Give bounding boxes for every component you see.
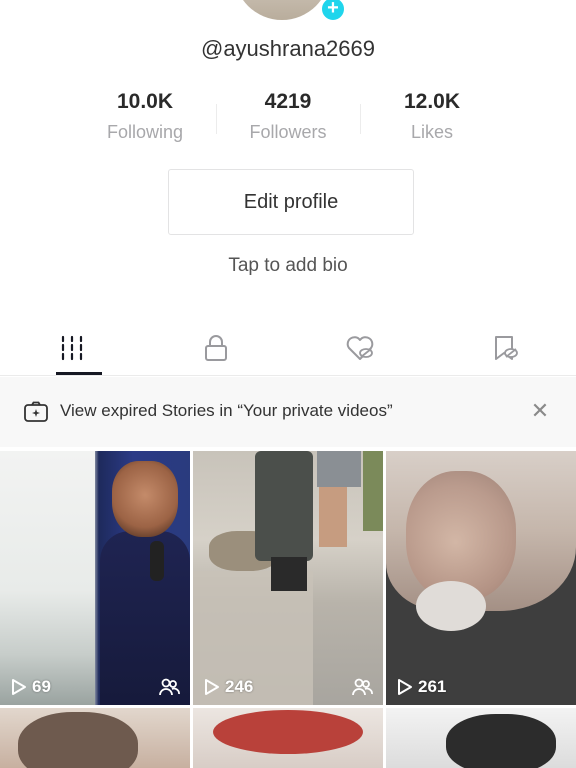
stat-divider — [360, 104, 361, 134]
tab-favorites[interactable] — [432, 320, 576, 376]
play-icon — [12, 679, 26, 695]
add-bio-link[interactable]: Tap to add bio — [0, 255, 576, 277]
following-count: 10.0K — [116, 90, 174, 113]
stat-divider — [216, 104, 217, 134]
stat-followers[interactable]: 4219 Followers — [218, 90, 358, 143]
followers-label: Followers — [249, 122, 327, 142]
avatar-area: + — [228, 0, 348, 22]
video-thumbnail[interactable]: 261 — [386, 451, 576, 705]
thumbnail-image — [446, 714, 556, 768]
view-count: 246 — [225, 677, 254, 696]
view-count: 261 — [418, 677, 447, 696]
tab-private[interactable] — [144, 320, 288, 376]
play-icon — [205, 679, 219, 695]
thumbnail-image — [150, 541, 164, 581]
stories-camera-icon — [24, 401, 48, 422]
thumbnail-image — [213, 710, 363, 754]
likes-label: Likes — [410, 122, 454, 142]
people-icon — [159, 678, 180, 696]
video-thumbnail[interactable] — [386, 708, 576, 768]
tab-liked[interactable] — [288, 320, 432, 376]
bookmark-hidden-icon — [495, 336, 518, 360]
thumbnail-image — [18, 712, 138, 768]
thumbnail-image — [317, 451, 361, 487]
video-grid: 69 246 261 — [0, 451, 576, 768]
thumbnail-image — [255, 451, 313, 561]
followers-count: 4219 — [264, 90, 312, 113]
thumbnail-image — [112, 461, 178, 537]
people-icon — [352, 678, 373, 696]
likes-count: 12.0K — [403, 90, 461, 113]
thumbnail-image — [0, 451, 95, 705]
grid-icon — [61, 335, 83, 361]
tab-videos[interactable] — [0, 320, 144, 376]
thumbnail-image — [319, 487, 347, 547]
active-tab-indicator — [56, 372, 102, 375]
avatar[interactable] — [234, 0, 330, 20]
edit-profile-button[interactable]: Edit profile — [168, 169, 414, 235]
video-thumbnail[interactable]: 69 — [0, 451, 190, 705]
stat-following[interactable]: 10.0K Following — [75, 90, 215, 143]
thumbnail-image — [363, 451, 383, 531]
view-count: 69 — [32, 677, 51, 696]
following-label: Following — [106, 122, 184, 142]
add-avatar-icon[interactable]: + — [320, 0, 346, 22]
profile-tabs — [0, 320, 576, 376]
lock-icon — [205, 335, 227, 361]
expired-stories-banner[interactable]: View expired Stories in “Your private vi… — [0, 377, 576, 447]
liked-hidden-icon — [346, 336, 374, 360]
close-icon[interactable]: ✕ — [528, 399, 552, 423]
thumbnail-image — [271, 557, 307, 591]
stat-likes[interactable]: 12.0K Likes — [362, 90, 502, 143]
profile-stats: 10.0K Following 4219 Followers 12.0K Lik… — [0, 90, 576, 154]
video-thumbnail[interactable] — [0, 708, 190, 768]
video-thumbnail[interactable] — [193, 708, 383, 768]
username: @ayushrana2669 — [200, 36, 375, 61]
play-icon — [398, 679, 412, 695]
video-thumbnail[interactable]: 246 — [193, 451, 383, 705]
banner-text: View expired Stories in “Your private vi… — [60, 401, 393, 420]
thumbnail-image — [416, 581, 486, 631]
